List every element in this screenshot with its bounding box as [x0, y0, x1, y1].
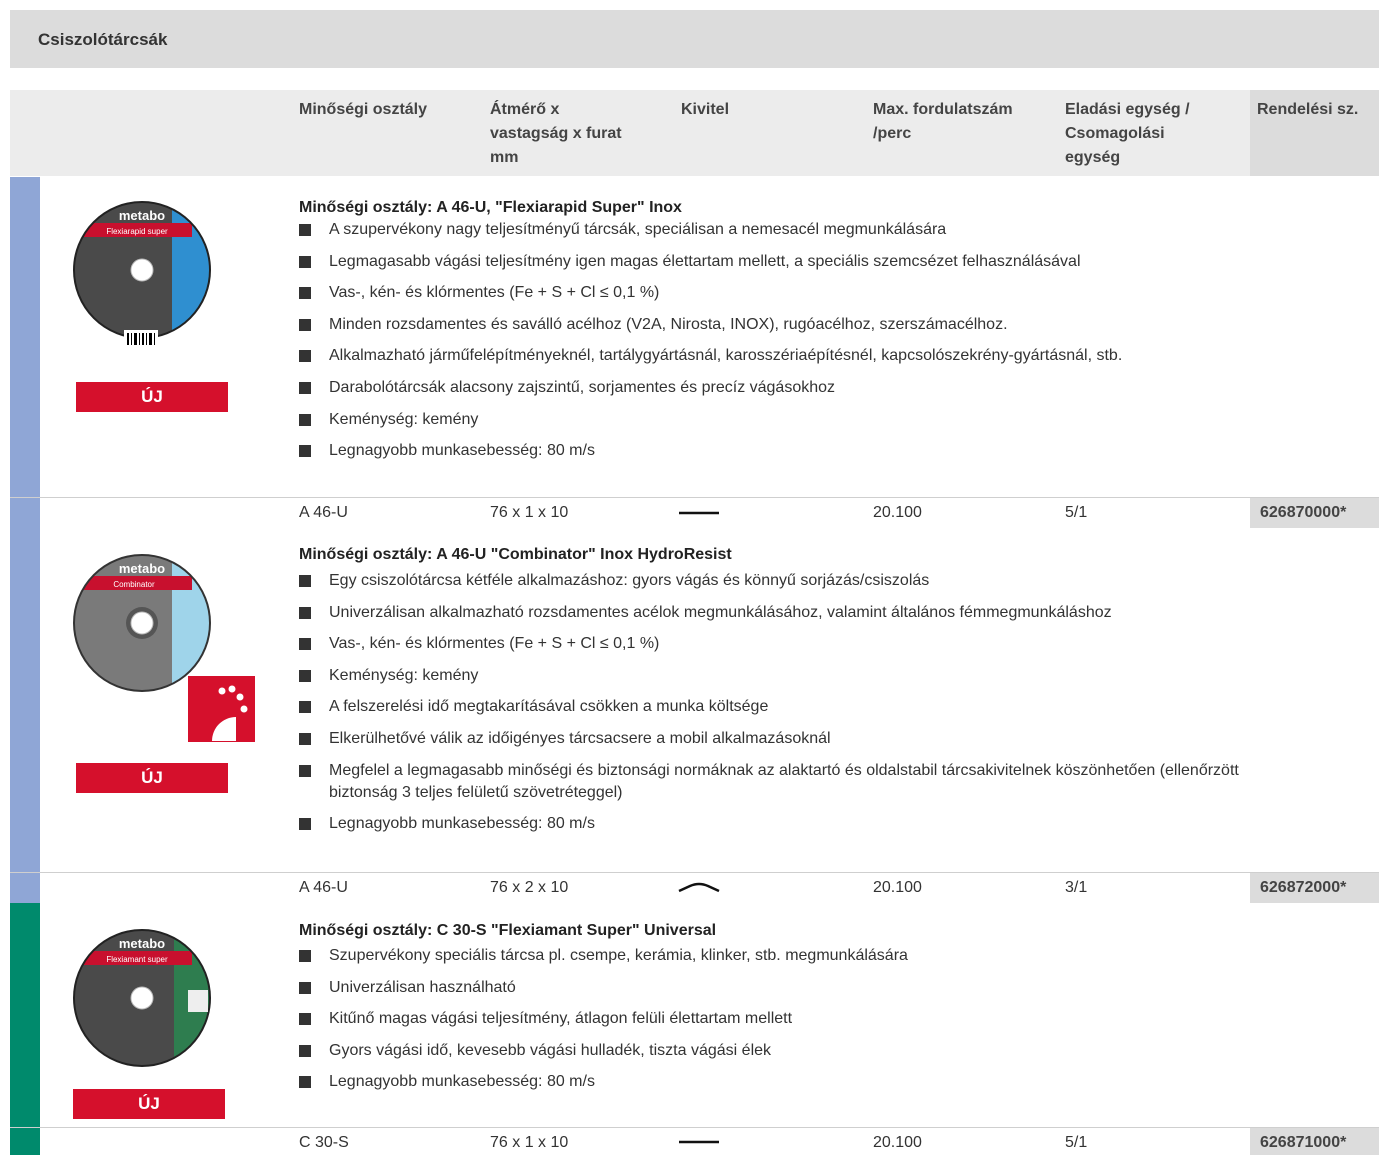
list-item: Vas-, kén- és klórmentes (Fe + S + Cl ≤ … — [299, 633, 1369, 655]
spec-max-rpm: 20.100 — [873, 879, 922, 896]
spec-dimensions: 76 x 2 x 10 — [490, 879, 569, 896]
table-row: C 30-S 76 x 1 x 10 20.100 5/1 626871000* — [10, 1127, 1379, 1155]
feature-list: Egy csiszolótárcsa kétféle alkalmazáshoz… — [299, 570, 1369, 845]
feature-list: A szupervékony nagy teljesítményű tárcsá… — [299, 219, 1369, 472]
spec-quality: A 46-U — [299, 879, 348, 896]
list-item: Alkalmazható járműfelépítményeknél, tart… — [299, 345, 1369, 367]
spec-dimensions: 76 x 1 x 10 — [490, 504, 569, 521]
spec-max-rpm: 20.100 — [873, 1134, 922, 1151]
list-item: Univerzálisan alkalmazható rozsdamentes … — [299, 602, 1369, 624]
product-title: Minőségi osztály: C 30-S "Flexiamant Sup… — [299, 922, 717, 939]
list-item: Elkerülhetővé válik az időigényes tárcsa… — [299, 728, 1369, 750]
section-title-bar — [10, 10, 1379, 68]
spec-sales-unit: 3/1 — [1065, 879, 1088, 896]
spec-max-rpm: 20.100 — [873, 504, 922, 521]
table-row: A 46-U 76 x 1 x 10 20.100 5/1 626870000* — [10, 497, 1379, 528]
list-item: A felszerelési idő megtakarításával csök… — [299, 696, 1369, 718]
new-badge: ÚJ — [76, 763, 228, 793]
list-item: Legnagyobb munkasebesség: 80 m/s — [299, 440, 1369, 462]
svg-text:metabo: metabo — [119, 561, 165, 576]
header-design: Kivitel — [681, 101, 730, 118]
new-badge: ÚJ — [73, 1089, 225, 1119]
product-stripe — [10, 177, 40, 497]
cutting-disc-image: metabo Combinator — [73, 554, 255, 742]
product-stripe — [10, 528, 40, 872]
header-sales-unit: Eladási egység / Csomagolási egység — [1065, 101, 1190, 166]
list-item: Legmagasabb vágási teljesítmény igen mag… — [299, 251, 1369, 273]
header-order-no: Rendelési sz. — [1257, 101, 1359, 118]
list-item: Univerzálisan használható — [299, 977, 1369, 999]
order-number: 626871000* — [1250, 1128, 1379, 1155]
header-dimensions: Átmérő x vastagság x furat mm — [490, 101, 622, 166]
list-item: Keménység: kemény — [299, 665, 1369, 687]
list-item: Keménység: kemény — [299, 409, 1369, 431]
cutting-disc-image: metabo Flexiamant super — [73, 929, 211, 1067]
list-item: Gyors vágási idő, kevesebb vágási hullad… — [299, 1040, 1369, 1062]
flat-disc-icon — [679, 1140, 719, 1144]
spec-quality: A 46-U — [299, 504, 348, 521]
list-item: Darabolótárcsák alacsony zajszintű, sorj… — [299, 377, 1369, 399]
product-stripe — [10, 903, 40, 1127]
header-max-rpm: Max. fordulatszám/perc — [873, 101, 1013, 142]
svg-text:metabo: metabo — [119, 208, 165, 223]
list-item: Minden rozsdamentes és saválló acélhoz (… — [299, 314, 1369, 336]
list-item: Kitűnő magas vágási teljesítmény, átlago… — [299, 1008, 1369, 1030]
svg-text:Combinator: Combinator — [113, 580, 155, 589]
depressed-center-disc-icon — [678, 882, 720, 893]
svg-text:Flexiamant super: Flexiamant super — [106, 955, 168, 964]
list-item: Megfelel a legmagasabb minőségi és bizto… — [299, 760, 1249, 804]
order-number: 626872000* — [1250, 873, 1379, 903]
svg-text:Flexiarapid super: Flexiarapid super — [106, 227, 168, 236]
spec-quality: C 30-S — [299, 1134, 349, 1151]
product-title: Minőségi osztály: A 46-U "Combinator" In… — [299, 546, 732, 563]
new-badge: ÚJ — [76, 382, 228, 412]
list-item: Szupervékony speciális tárcsa pl. csempe… — [299, 945, 1369, 967]
product-title: Minőségi osztály: A 46-U, "Flexiarapid S… — [299, 199, 682, 216]
list-item: A szupervékony nagy teljesítményű tárcsá… — [299, 219, 1369, 241]
svg-text:metabo: metabo — [119, 936, 165, 951]
list-item: Legnagyobb munkasebesség: 80 m/s — [299, 1071, 1369, 1093]
flat-disc-icon — [679, 511, 719, 515]
list-item: Vas-, kén- és klórmentes (Fe + S + Cl ≤ … — [299, 282, 1369, 304]
page-title: Csiszolótárcsák — [38, 30, 168, 49]
table-row: A 46-U 76 x 2 x 10 20.100 3/1 626872000* — [10, 872, 1379, 903]
header-quality: Minőségi osztály — [299, 101, 428, 118]
list-item: Egy csiszolótárcsa kétféle alkalmazáshoz… — [299, 570, 1369, 592]
spec-sales-unit: 5/1 — [1065, 1134, 1088, 1151]
spec-dimensions: 76 x 1 x 10 — [490, 1134, 569, 1151]
list-item: Legnagyobb munkasebesség: 80 m/s — [299, 813, 1369, 835]
order-number: 626870000* — [1250, 498, 1379, 528]
cutting-disc-image: metabo Flexiarapid super — [73, 201, 211, 348]
spec-sales-unit: 5/1 — [1065, 504, 1088, 521]
feature-list: Szupervékony speciális tárcsa pl. csempe… — [299, 945, 1369, 1103]
